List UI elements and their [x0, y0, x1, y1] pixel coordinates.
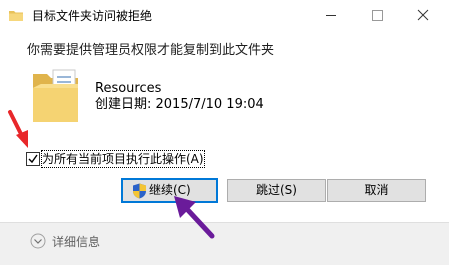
- window-title: 目标文件夹访问被拒绝: [32, 9, 153, 23]
- folder-icon: [31, 68, 81, 126]
- folder-title-icon: [8, 8, 24, 24]
- more-details-link[interactable]: 详细信息: [52, 234, 100, 250]
- cancel-button-label: 取消: [364, 183, 389, 197]
- continue-button[interactable]: 继续(C): [121, 178, 218, 203]
- file-name: Resources: [95, 81, 162, 96]
- skip-button[interactable]: 跳过(S): [227, 179, 326, 202]
- maximize-button[interactable]: [354, 0, 400, 31]
- file-created-date: 创建日期: 2015/7/10 19:04: [95, 97, 264, 112]
- close-icon: [417, 9, 429, 21]
- minimize-icon: [326, 15, 336, 16]
- maximize-icon: [372, 10, 383, 21]
- apply-to-all-checkbox[interactable]: [26, 152, 40, 166]
- red-arrow-icon: [8, 110, 28, 148]
- continue-button-label: 继续(C): [149, 183, 191, 197]
- footer-bar: 详细信息: [0, 222, 449, 265]
- file-access-denied-dialog: 目标文件夹访问被拒绝 你需要提供管理员权限才能复制到此文件夹 Resources…: [0, 0, 449, 265]
- title-bar: 目标文件夹访问被拒绝: [0, 0, 449, 31]
- permission-message: 你需要提供管理员权限才能复制到此文件夹: [27, 43, 275, 58]
- apply-to-all-option[interactable]: 为所有当前项目执行此操作(A): [26, 150, 216, 168]
- apply-to-all-label[interactable]: 为所有当前项目执行此操作(A): [41, 150, 205, 168]
- minimize-button[interactable]: [308, 0, 354, 31]
- chevron-down-icon[interactable]: [30, 233, 46, 249]
- checkmark-icon: [28, 154, 38, 164]
- close-button[interactable]: [400, 0, 446, 31]
- skip-button-label: 跳过(S): [256, 183, 297, 197]
- uac-shield-icon: [132, 183, 147, 199]
- cancel-button[interactable]: 取消: [327, 179, 426, 202]
